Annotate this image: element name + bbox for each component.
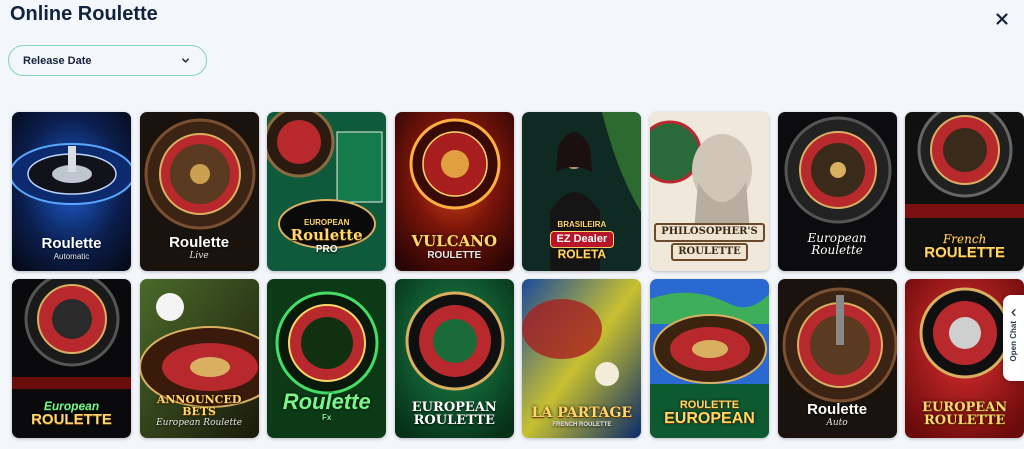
- game-subtitle: Automatic: [53, 251, 90, 261]
- game-subtitle: ROULETTE: [671, 242, 748, 261]
- game-tile-european-roulette[interactable]: European Roulette: [777, 112, 897, 271]
- game-subtitle: PRO: [315, 243, 338, 255]
- game-tile-roulette-live[interactable]: Roulette Live: [139, 112, 259, 271]
- game-tile-la-partage[interactable]: LA PARTAGE FRENCH ROULETTE: [522, 279, 642, 438]
- game-tile-roulette-european[interactable]: ROULETTE EUROPEAN: [649, 279, 769, 438]
- open-chat-tab[interactable]: Open Chat: [1003, 295, 1024, 381]
- game-title: EZ Dealer: [549, 230, 615, 249]
- game-grid: Roulette Automatic Roulette Live EUROPEA…: [12, 112, 1024, 438]
- game-subtitle: ROLETA: [557, 247, 607, 262]
- game-subtitle: FRENCH ROULETTE: [552, 421, 612, 428]
- open-chat-label: Open Chat: [1009, 321, 1018, 362]
- game-title: ROULETTE: [31, 411, 112, 429]
- game-title: Roulette: [807, 400, 868, 418]
- page-title: Online Roulette: [10, 3, 158, 25]
- game-title-top: BRASILEIRA: [557, 220, 607, 230]
- game-title: PHILOSOPHER'S: [654, 223, 765, 242]
- game-title-badge: Fx: [322, 412, 332, 422]
- game-subtitle: ROULETTE: [924, 413, 1006, 429]
- game-title: EUROPEAN: [664, 410, 755, 428]
- game-tile-roulette-auto[interactable]: Roulette Auto: [777, 279, 897, 438]
- chevron-down-icon: [182, 58, 189, 63]
- game-tile-roulette-automatic[interactable]: Roulette Automatic: [12, 112, 131, 271]
- game-tile-roulette-fx[interactable]: Roulette Fx: [267, 279, 387, 438]
- game-title: Roulette: [169, 233, 230, 251]
- game-tile-philosophers-roulette[interactable]: PHILOSOPHER'S ROULETTE: [649, 112, 769, 271]
- game-title: ANNOUNCED BETS: [156, 393, 242, 419]
- game-title: Roulette: [41, 234, 102, 252]
- game-tile-european-roulette-pro[interactable]: EUROPEAN Roulette PRO: [267, 112, 387, 271]
- game-tile-vulcano-roulette[interactable]: VULCANO ROULETTE: [394, 112, 514, 271]
- game-subtitle: Auto: [826, 417, 848, 428]
- game-tile-european-roulette-green[interactable]: EUROPEAN ROULETTE: [394, 279, 514, 438]
- game-subtitle: Live: [189, 250, 209, 261]
- sort-select[interactable]: Release Date: [8, 45, 207, 76]
- game-subtitle: European Roulette: [156, 417, 243, 428]
- game-title: ROULETTE: [924, 244, 1006, 262]
- chevron-left-icon: [1011, 309, 1016, 316]
- game-tile-ez-dealer-roleta[interactable]: BRASILEIRA EZ Dealer ROLETA: [522, 112, 642, 271]
- game-title: LA PARTAGE: [531, 405, 633, 422]
- close-button[interactable]: [994, 11, 1010, 27]
- sort-select-value: Release Date: [23, 54, 92, 67]
- game-tile-announced-bets[interactable]: ANNOUNCED BETS European Roulette: [139, 279, 259, 438]
- game-title: Roulette: [282, 388, 371, 414]
- game-tile-european-roulette-classic[interactable]: European ROULETTE: [12, 279, 131, 438]
- game-title: European Roulette: [807, 230, 867, 258]
- game-tile-french-roulette[interactable]: French ROULETTE: [905, 112, 1024, 271]
- game-title: VULCANO: [411, 231, 498, 250]
- game-subtitle: ROULETTE: [413, 413, 495, 429]
- close-icon[interactable]: [994, 11, 1010, 27]
- game-title: Roulette: [290, 225, 363, 244]
- game-subtitle: ROULETTE: [427, 249, 482, 261]
